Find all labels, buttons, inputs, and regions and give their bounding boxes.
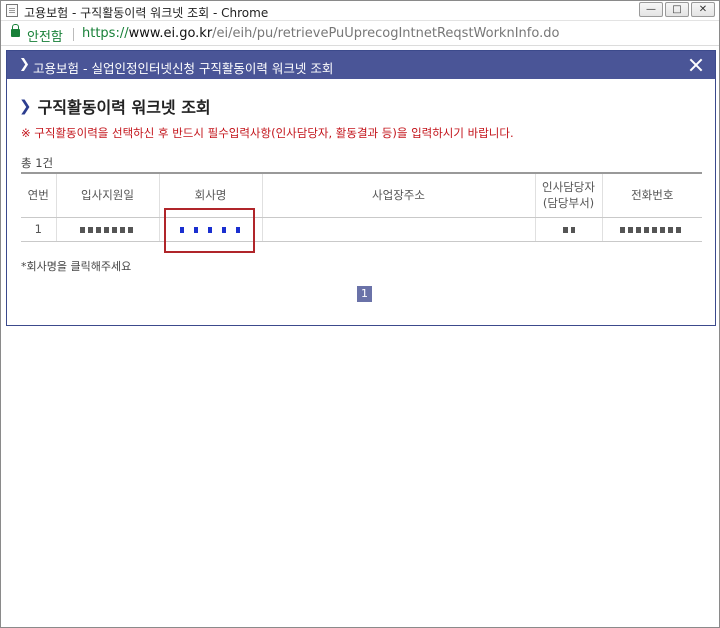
restore-button[interactable]: □: [665, 2, 689, 17]
redacted-apply-date: [79, 226, 136, 233]
url-text[interactable]: https://www.ei.go.kr/ei/eih/pu/retrieveP…: [82, 26, 559, 41]
cell-phone: [602, 217, 702, 242]
close-icon[interactable]: [689, 58, 703, 72]
title-bar: 고용보험 - 구직활동이력 워크넷 조회 - Chrome — □ ✕: [1, 1, 719, 21]
col-header-apply-date: 입사지원일: [56, 172, 160, 218]
cell-apply-date: [56, 217, 160, 242]
col-header-seq: 연번: [21, 172, 57, 218]
address-separator: [73, 28, 74, 41]
page-icon: [6, 4, 18, 17]
cell-company[interactable]: [159, 217, 263, 242]
hr-manager-line1: 인사담당자: [542, 180, 595, 195]
cell-address: [262, 217, 536, 242]
popup-panel: ❯ 고용보험 - 실업인정인터넷신청 구직활동이력 워크넷 조회 ❯ 구직활동이…: [6, 50, 716, 326]
col-header-address: 사업장주소: [262, 172, 536, 218]
col-header-phone: 전화번호: [602, 172, 702, 218]
lock-icon[interactable]: [11, 24, 20, 37]
url-host: www.ei.go.kr: [128, 26, 213, 41]
click-hint: *회사명을 클릭해주세요: [21, 260, 132, 273]
cell-hr-manager: [535, 217, 603, 242]
secure-label[interactable]: 안전함: [27, 26, 63, 45]
page-1-button[interactable]: 1: [357, 286, 372, 302]
col-header-company: 회사명: [159, 172, 263, 218]
url-scheme: https://: [82, 26, 129, 41]
hr-manager-line2: (담당부서): [542, 196, 595, 211]
popup-header-title: 고용보험 - 실업인정인터넷신청 구직활동이력 워크넷 조회: [33, 61, 334, 76]
page-title-row: ❯ 구직활동이력 워크넷 조회: [19, 94, 211, 118]
address-bar[interactable]: 안전함 https://www.ei.go.kr/ei/eih/pu/retri…: [1, 22, 719, 46]
browser-window: 고용보험 - 구직활동이력 워크넷 조회 - Chrome — □ ✕ 안전함 …: [0, 0, 720, 628]
popup-header: ❯ 고용보험 - 실업인정인터넷신청 구직활동이력 워크넷 조회: [7, 51, 715, 79]
close-window-button[interactable]: ✕: [691, 2, 715, 17]
minimize-button[interactable]: —: [639, 2, 663, 17]
cell-seq: 1: [21, 217, 57, 242]
redacted-hr-manager: [562, 226, 575, 233]
url-path: /ei/eih/pu/retrievePuUprecogIntnetReqstW…: [212, 26, 560, 41]
redacted-phone: [620, 226, 685, 233]
job-history-table: 연번 입사지원일 회사명 사업장주소 인사담당자 (담당부서) 전화번호 1: [21, 172, 702, 242]
window-title: 고용보험 - 구직활동이력 워크넷 조회 - Chrome: [24, 6, 269, 20]
table-header-row: 연번 입사지원일 회사명 사업장주소 인사담당자 (담당부서) 전화번호: [21, 172, 702, 218]
total-count: 총 1건: [21, 156, 54, 170]
chevron-right-icon: ❯: [19, 57, 30, 72]
redacted-company-link[interactable]: [179, 226, 242, 233]
page-title: 구직활동이력 워크넷 조회: [37, 98, 211, 117]
col-header-hr-manager: 인사담당자 (담당부서): [535, 172, 603, 218]
notice-text: ※ 구직활동이력을 선택하신 후 반드시 필수입력사항(인사담당자, 활동결과 …: [21, 126, 514, 140]
table-row[interactable]: 1: [21, 217, 702, 242]
chevron-right-icon: ❯: [19, 97, 32, 115]
window-controls: — □ ✕: [639, 2, 715, 17]
